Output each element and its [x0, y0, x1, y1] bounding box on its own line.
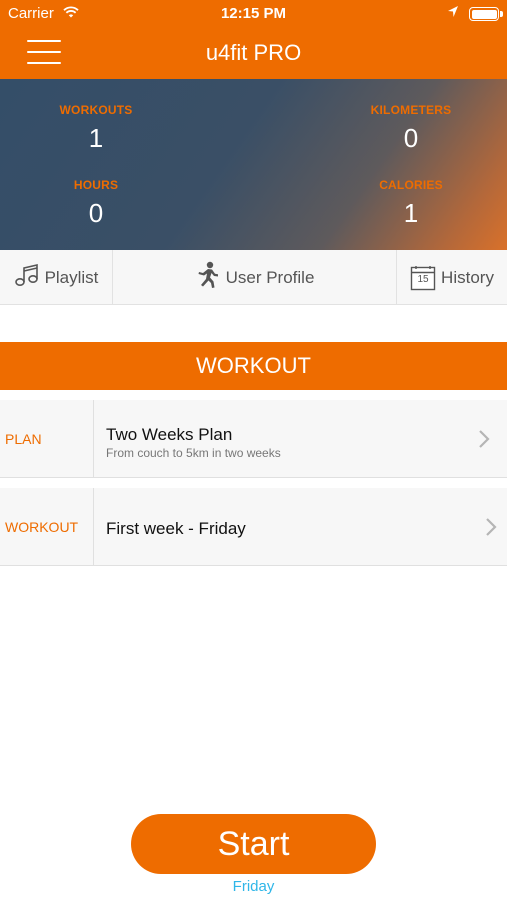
- status-bar: Carrier 12:15 PM: [0, 0, 507, 28]
- battery-icon: [469, 7, 503, 21]
- chevron-right-icon: [485, 517, 497, 542]
- tab-playlist-label: Playlist: [44, 267, 99, 287]
- start-day-label: Friday: [232, 878, 275, 895]
- location-arrow-icon: [447, 5, 459, 22]
- stat-label: KILOMETERS: [370, 103, 452, 117]
- status-time: 12:15 PM: [220, 5, 287, 22]
- music-note-icon: [14, 262, 45, 293]
- stat-label: HOURS: [73, 178, 119, 192]
- tab-user-profile[interactable]: User Profile: [113, 250, 396, 305]
- stat-value: 1: [403, 198, 419, 228]
- stats-panel: WORKOUTS 1 KILOMETERS 0 HOURS 0 CALORIES…: [0, 79, 507, 250]
- stat-calories: CALORIES 1: [331, 178, 491, 229]
- app-header: Carrier 12:15 PM u4fit PRO: [0, 0, 507, 79]
- stat-kilometers: KILOMETERS 0: [331, 103, 491, 154]
- nav-tabbar: Playlist User Profile 15 History: [0, 250, 507, 305]
- plan-subtitle: From couch to 5km in two weeks: [106, 446, 281, 460]
- tab-playlist[interactable]: Playlist: [0, 250, 113, 305]
- stat-label: CALORIES: [379, 178, 443, 192]
- workout-row[interactable]: WORKOUT First week - Friday: [0, 488, 507, 566]
- app-title: u4fit PRO: [205, 40, 302, 65]
- chevron-right-icon: [478, 429, 490, 454]
- stat-value: 1: [88, 123, 104, 153]
- stat-workouts: WORKOUTS 1: [16, 103, 176, 154]
- tab-history[interactable]: 15 History: [396, 250, 507, 305]
- stat-hours: HOURS 0: [16, 178, 176, 229]
- stat-value: 0: [88, 198, 104, 228]
- runner-icon: [195, 261, 226, 294]
- workout-title: First week - Friday: [106, 519, 246, 538]
- plan-row[interactable]: PLAN Two Weeks Plan From couch to 5km in…: [0, 400, 507, 478]
- plan-row-label: PLAN: [0, 400, 94, 478]
- calendar-day-number: 15: [417, 273, 429, 285]
- calendar-icon: 15: [410, 265, 436, 291]
- stat-value: 0: [403, 123, 419, 153]
- tab-history-label: History: [441, 267, 494, 287]
- workout-row-label: WORKOUT: [0, 488, 94, 566]
- stat-label: WORKOUTS: [59, 103, 133, 117]
- tab-user-profile-label: User Profile: [225, 267, 315, 287]
- plan-title: Two Weeks Plan: [106, 425, 233, 444]
- workout-section-header: WORKOUT: [0, 342, 507, 390]
- start-button[interactable]: Start: [131, 814, 376, 874]
